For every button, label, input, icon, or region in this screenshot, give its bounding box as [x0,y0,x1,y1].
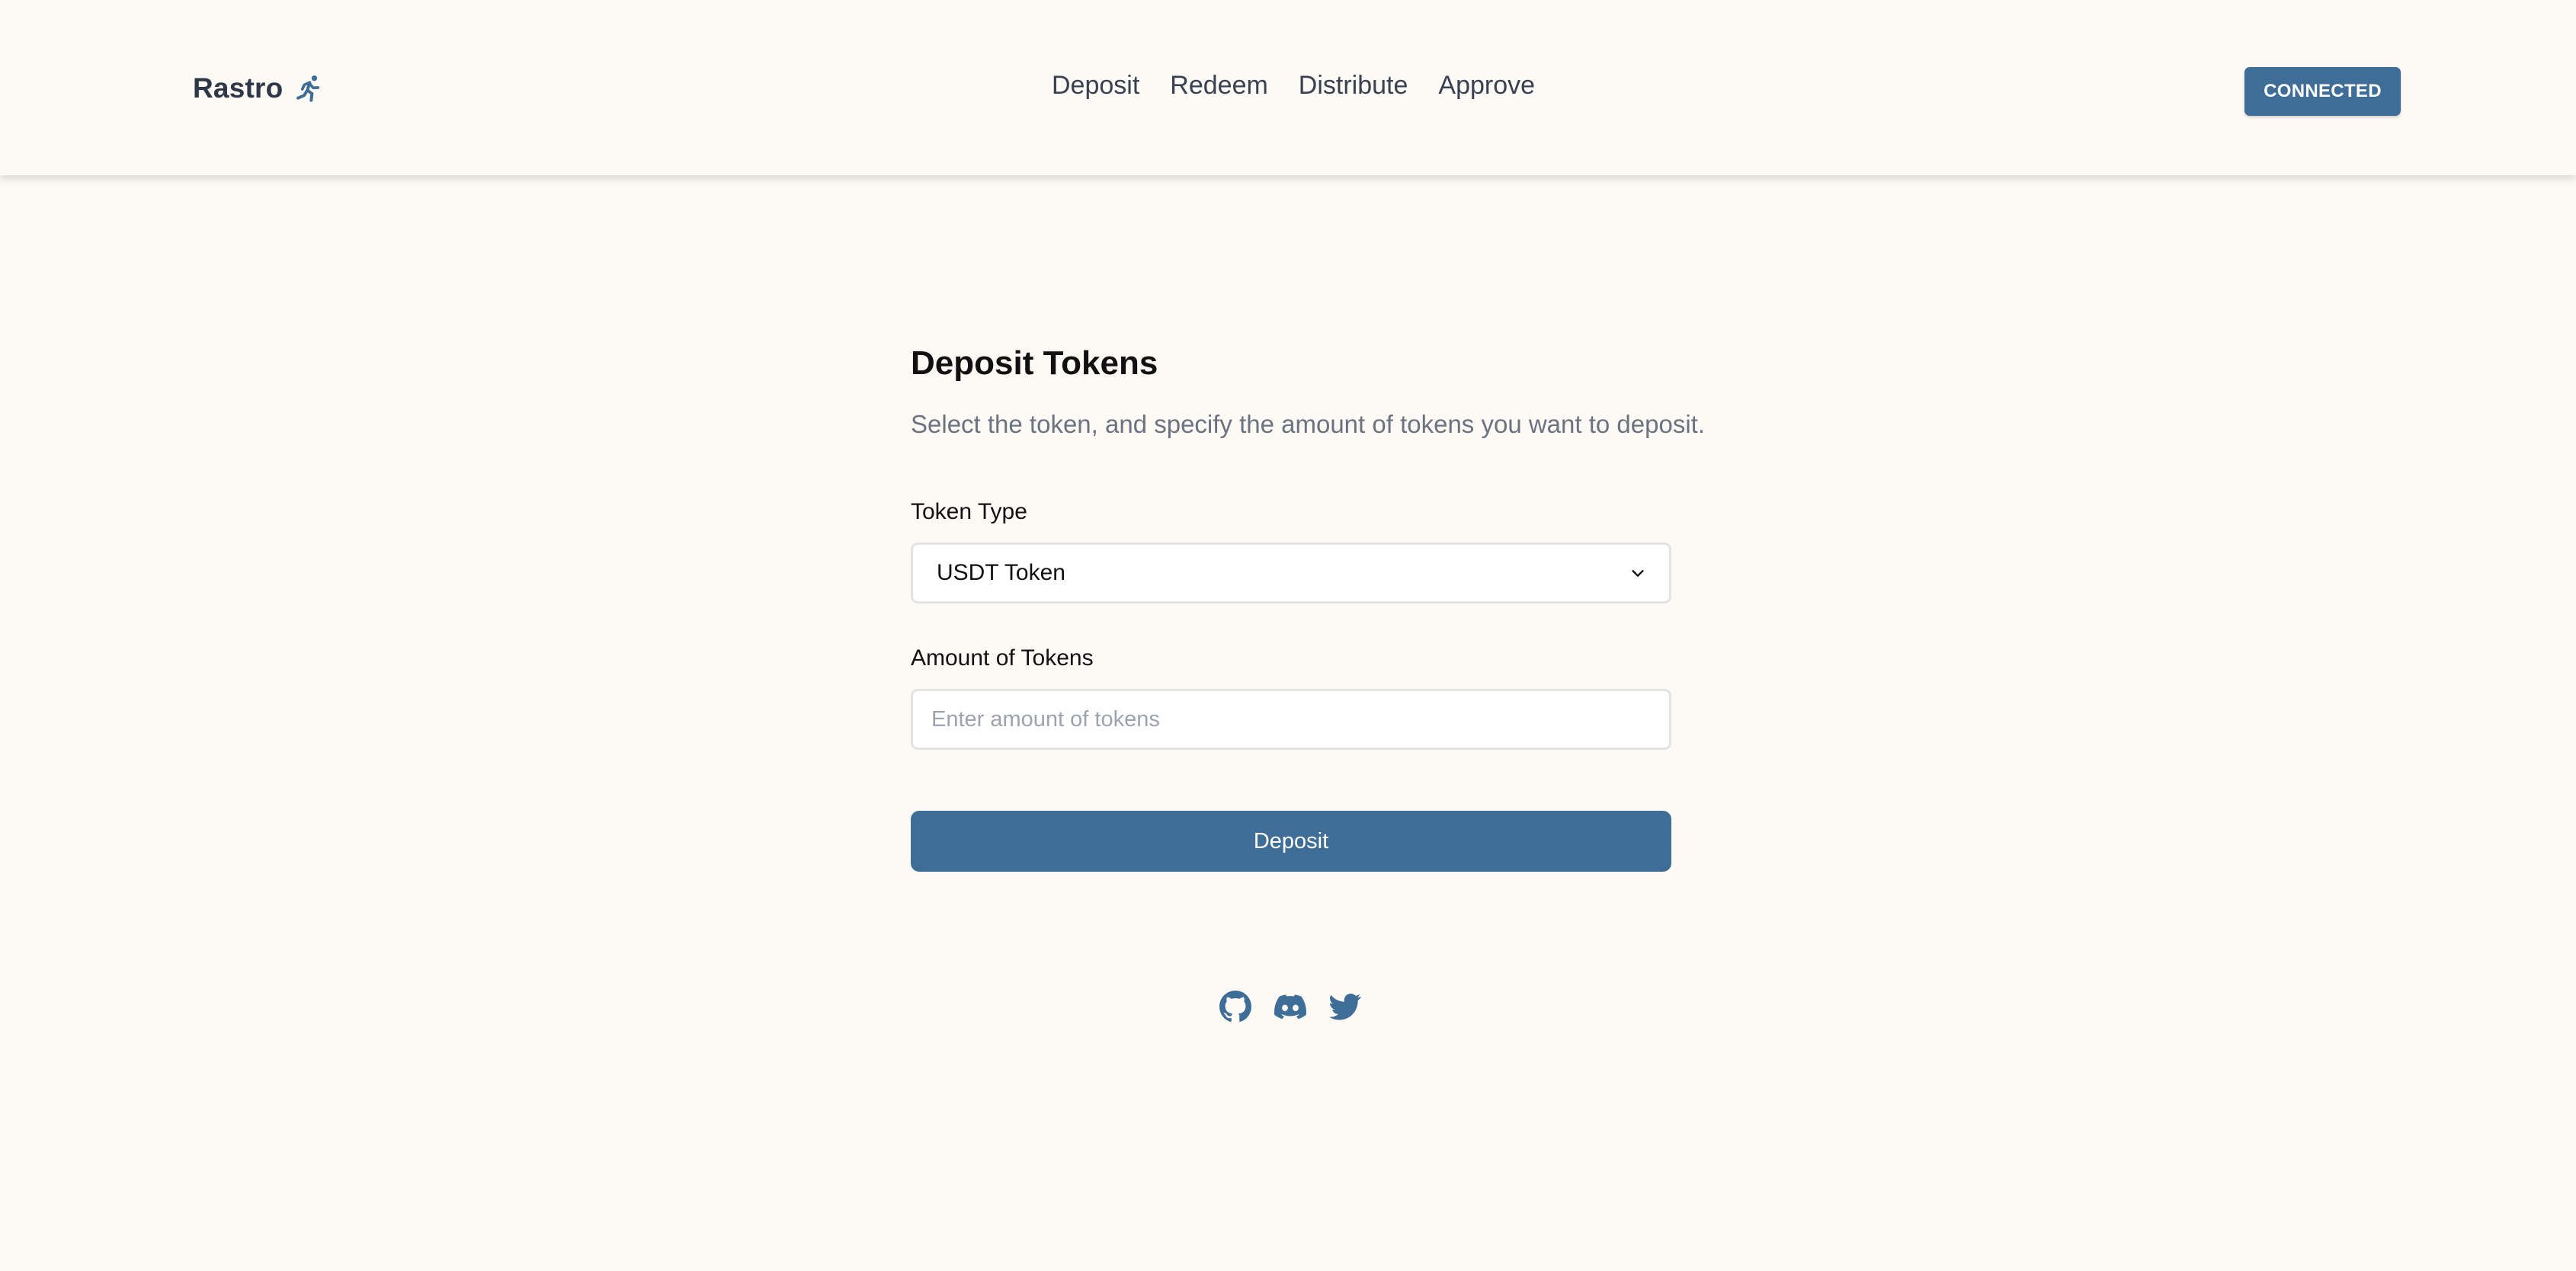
running-person-icon [296,75,320,102]
brand-name: Rastro [193,72,284,104]
page-subtitle: Select the token, and specify the amount… [911,410,1705,438]
nav-link-redeem[interactable]: Redeem [1170,71,1268,101]
social-links [1219,991,1361,1023]
token-type-select[interactable]: USDT Token [911,543,1671,603]
token-type-selected-value: USDT Token [937,560,1065,585]
page-title: Deposit Tokens [911,344,1158,382]
nav-link-approve[interactable]: Approve [1438,71,1535,101]
brand-logo[interactable]: Rastro [193,67,324,110]
nav-link-deposit[interactable]: Deposit [1052,71,1139,101]
amount-label: Amount of Tokens [911,645,1094,671]
discord-link[interactable] [1274,991,1306,1023]
twitter-icon [1329,993,1361,1020]
chevron-down-icon [1632,570,1644,577]
amount-input[interactable] [911,689,1671,750]
nav-link-distribute[interactable]: Distribute [1299,71,1408,101]
token-type-label: Token Type [911,499,1027,524]
top-navbar: Rastro Deposit Redeem Distribute Approve… [0,0,2576,175]
github-icon [1219,991,1251,1022]
github-link[interactable] [1219,991,1251,1023]
deposit-button[interactable]: Deposit [911,811,1671,872]
main-nav: Deposit Redeem Distribute Approve [1052,64,1535,107]
twitter-link[interactable] [1329,991,1361,1023]
discord-icon [1274,994,1306,1020]
wallet-connect-button[interactable]: CONNECTED [2244,67,2401,116]
